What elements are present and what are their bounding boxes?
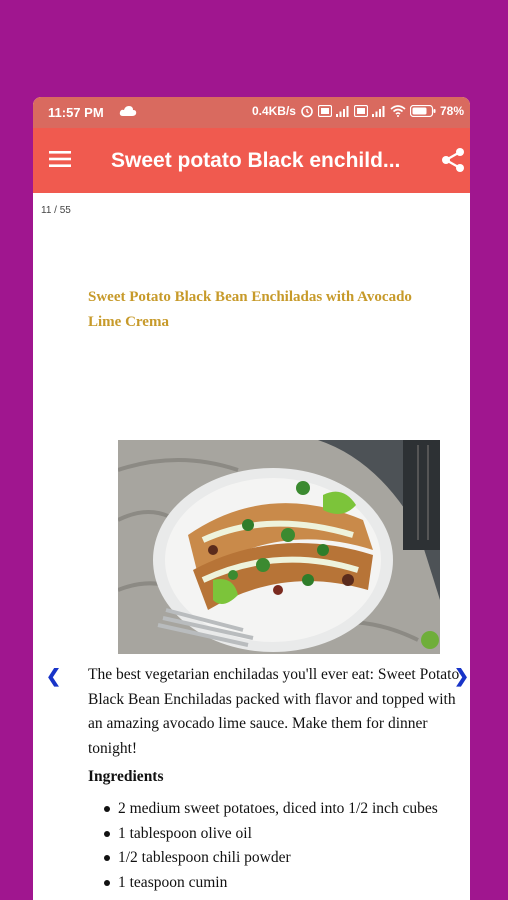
volte-icon-2 — [353, 105, 368, 117]
enchiladas-photo — [118, 440, 440, 654]
alarm-icon — [301, 105, 313, 118]
recipe-description: The best vegetarian enchiladas you'll ev… — [88, 666, 460, 757]
page-counter: 11 / 55 — [41, 205, 71, 216]
cloud-icon — [119, 106, 137, 116]
recipe-photo — [118, 440, 440, 654]
ingredient-item: 2 medium sweet potatoes, diced into 1/2 … — [88, 797, 460, 822]
share-icon[interactable] — [439, 146, 467, 174]
previous-arrow[interactable]: ❮ — [46, 666, 61, 687]
battery-icon — [409, 105, 436, 117]
wifi-icon — [390, 105, 406, 117]
recipe-title: Sweet Potato Black Bean Enchiladas with … — [88, 289, 412, 330]
status-bar: 11:57 PM 0.4KB/s 78% — [33, 97, 470, 128]
signal-icon-2 — [371, 106, 385, 117]
app-bar: Sweet potato Black enchild... — [33, 128, 470, 193]
ingredient-item: 1 tablespoon olive oil — [88, 822, 460, 847]
hamburger-menu-icon[interactable] — [49, 150, 71, 168]
status-time: 11:57 PM — [48, 105, 104, 120]
phone-screen: 11:57 PM 0.4KB/s 78% Sweet potato Black … — [33, 97, 470, 900]
volte-icon — [317, 105, 332, 117]
ingredient-item: 1/2 tablespoon chili powder — [88, 846, 460, 871]
status-icons: 0.4KB/s 78% — [252, 104, 464, 118]
recipe-content: 11 / 55 Sweet Potato Black Bean Enchilad… — [33, 193, 470, 900]
ingredient-item: 1 teaspoon cumin — [88, 871, 460, 896]
ingredients-heading: Ingredients — [88, 768, 164, 785]
battery-percent: 78% — [439, 104, 464, 118]
network-speed: 0.4KB/s — [251, 104, 296, 118]
ingredients-list: 2 medium sweet potatoes, diced into 1/2 … — [88, 797, 460, 895]
signal-icon — [335, 106, 349, 117]
app-title: Sweet potato Black enchild... — [111, 149, 401, 172]
